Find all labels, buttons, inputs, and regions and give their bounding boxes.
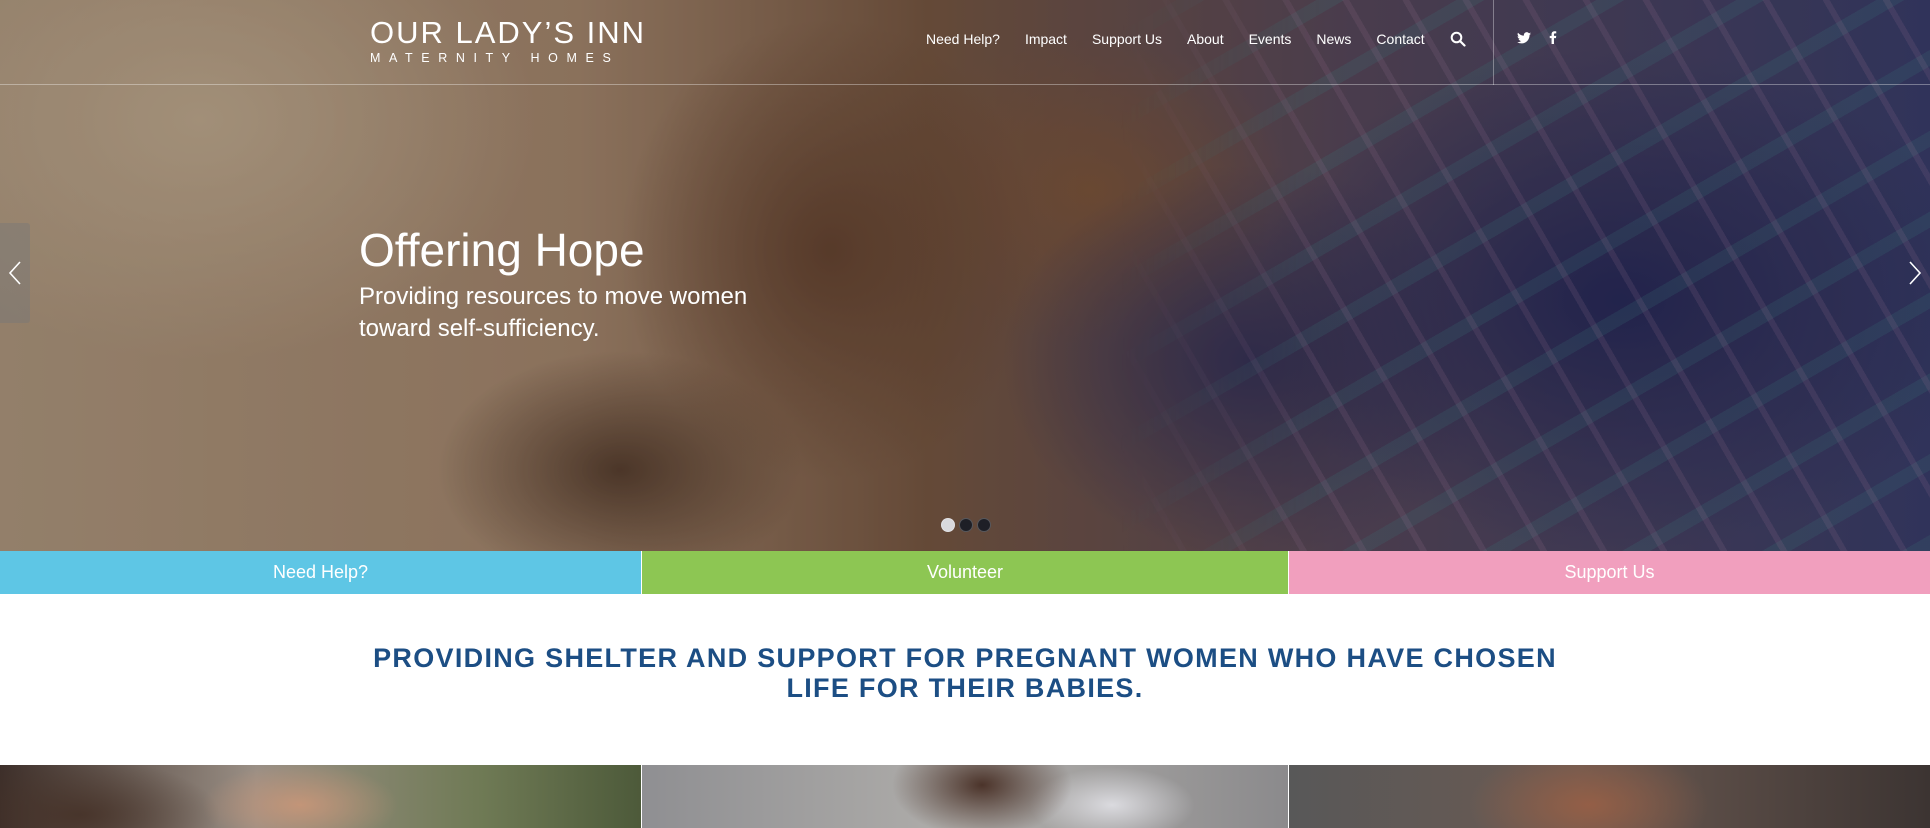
nav-item-news[interactable]: News xyxy=(1316,31,1351,47)
feature-tile-image-2[interactable] xyxy=(641,765,1288,828)
nav-item-about[interactable]: About xyxy=(1187,31,1224,47)
slider-pagination xyxy=(941,518,995,532)
chevron-left-icon xyxy=(8,261,21,285)
facebook-icon[interactable] xyxy=(1549,31,1557,44)
slider-dot-2[interactable] xyxy=(959,518,973,532)
feature-tile-image-1[interactable] xyxy=(0,765,641,828)
chevron-right-icon xyxy=(1909,261,1922,285)
nav-item-events[interactable]: Events xyxy=(1249,31,1292,47)
logo-title: OUR LADY’S INN xyxy=(370,15,647,50)
hero-title: Offering Hope xyxy=(359,224,645,276)
need-help-button[interactable]: Need Help? xyxy=(0,551,641,594)
logo-subtitle: MATERNITY HOMES xyxy=(370,51,620,65)
volunteer-button[interactable]: Volunteer xyxy=(641,551,1288,594)
site-header: OUR LADY’S INN MATERNITY HOMES Need Help… xyxy=(0,0,1930,85)
slider-prev-button[interactable] xyxy=(0,223,30,323)
main-nav: Need Help? Impact Support Us About Event… xyxy=(926,31,1466,47)
slider-dot-3[interactable] xyxy=(977,518,991,532)
nav-item-support-us[interactable]: Support Us xyxy=(1092,31,1162,47)
mission-tagline: PROVIDING SHELTER AND SUPPORT FOR PREGNA… xyxy=(373,643,1557,703)
search-icon[interactable] xyxy=(1450,31,1466,47)
nav-item-contact[interactable]: Contact xyxy=(1376,31,1424,47)
slider-dot-1[interactable] xyxy=(941,518,955,532)
feature-tile-image-3[interactable] xyxy=(1288,765,1930,828)
cta-band: Need Help? Volunteer Support Us xyxy=(0,551,1930,594)
slider-next-button[interactable] xyxy=(1900,223,1930,323)
feature-tiles xyxy=(0,765,1930,828)
hero-subtitle: Providing resources to move women toward… xyxy=(359,283,748,342)
nav-item-impact[interactable]: Impact xyxy=(1025,31,1067,47)
site-logo[interactable]: OUR LADY’S INN MATERNITY HOMES xyxy=(370,17,646,65)
social-links xyxy=(1517,31,1575,44)
nav-divider xyxy=(1493,0,1494,85)
support-us-button[interactable]: Support Us xyxy=(1288,551,1930,594)
twitter-icon[interactable] xyxy=(1517,31,1531,44)
nav-item-need-help[interactable]: Need Help? xyxy=(926,31,1000,47)
